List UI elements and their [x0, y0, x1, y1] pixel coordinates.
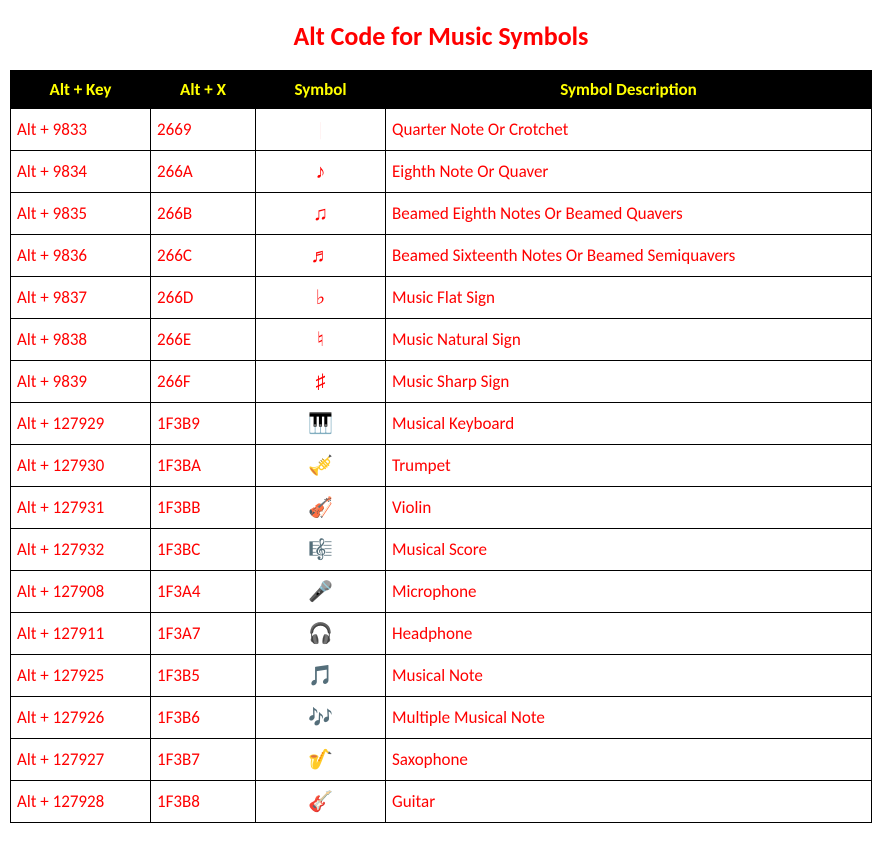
table-row: Alt + 9834266A♪Eighth Note Or Quaver [11, 151, 872, 193]
cell-description: Eighth Note Or Quaver [386, 151, 872, 193]
table-row: Alt + 1279251F3B5🎵Musical Note [11, 655, 872, 697]
cell-symbol: 🎺 [256, 445, 386, 487]
table-row: Alt + 1279321F3BC🎼Musical Score [11, 529, 872, 571]
cell-alt-key: Alt + 9833 [11, 109, 151, 151]
cell-alt-key: Alt + 9835 [11, 193, 151, 235]
table-row: Alt + 1279261F3B6🎶Multiple Musical Note [11, 697, 872, 739]
cell-alt-key: Alt + 127908 [11, 571, 151, 613]
cell-symbol: ♩ [256, 109, 386, 151]
cell-symbol: ♪ [256, 151, 386, 193]
cell-alt-x: 1F3BC [151, 529, 256, 571]
cell-symbol: 🎹 [256, 403, 386, 445]
cell-description: Trumpet [386, 445, 872, 487]
cell-alt-key: Alt + 127911 [11, 613, 151, 655]
cell-description: Multiple Musical Note [386, 697, 872, 739]
cell-alt-key: Alt + 127928 [11, 781, 151, 823]
cell-description: Musical Score [386, 529, 872, 571]
cell-description: Music Flat Sign [386, 277, 872, 319]
table-row: Alt + 1279301F3BA🎺Trumpet [11, 445, 872, 487]
cell-symbol: 🎼 [256, 529, 386, 571]
cell-description: Saxophone [386, 739, 872, 781]
table-row: Alt + 9836266C♬Beamed Sixteenth Notes Or… [11, 235, 872, 277]
cell-alt-key: Alt + 127926 [11, 697, 151, 739]
cell-description: Violin [386, 487, 872, 529]
cell-alt-key: Alt + 127929 [11, 403, 151, 445]
cell-description: Musical Note [386, 655, 872, 697]
table-row: Alt + 1279111F3A7🎧Headphone [11, 613, 872, 655]
cell-alt-x: 266F [151, 361, 256, 403]
cell-alt-x: 2669 [151, 109, 256, 151]
cell-alt-key: Alt + 127927 [11, 739, 151, 781]
cell-symbol: ♬ [256, 235, 386, 277]
cell-alt-x: 1F3BA [151, 445, 256, 487]
table-row: Alt + 1279081F3A4🎤Microphone [11, 571, 872, 613]
cell-symbol: 🎶 [256, 697, 386, 739]
cell-alt-x: 1F3A4 [151, 571, 256, 613]
cell-symbol: 🎷 [256, 739, 386, 781]
header-alt-key: Alt + Key [11, 71, 151, 109]
table-row: Alt + 9839266F♯Music Sharp Sign [11, 361, 872, 403]
table-row: Alt + 1279271F3B7🎷Saxophone [11, 739, 872, 781]
header-description: Symbol Description [386, 71, 872, 109]
cell-alt-x: 1F3B9 [151, 403, 256, 445]
cell-alt-x: 1F3B5 [151, 655, 256, 697]
cell-alt-key: Alt + 9837 [11, 277, 151, 319]
cell-alt-key: Alt + 9838 [11, 319, 151, 361]
table-row: Alt + 9838266E♮Music Natural Sign [11, 319, 872, 361]
header-alt-x: Alt + X [151, 71, 256, 109]
cell-alt-key: Alt + 127932 [11, 529, 151, 571]
cell-alt-x: 1F3BB [151, 487, 256, 529]
cell-description: Quarter Note Or Crotchet [386, 109, 872, 151]
cell-alt-key: Alt + 9839 [11, 361, 151, 403]
table-row: Alt + 9835266B♫Beamed Eighth Notes Or Be… [11, 193, 872, 235]
cell-alt-x: 1F3B6 [151, 697, 256, 739]
alt-code-table: Alt + Key Alt + X Symbol Symbol Descript… [10, 70, 872, 823]
cell-symbol: 🎤 [256, 571, 386, 613]
table-row: Alt + 9837266D♭Music Flat Sign [11, 277, 872, 319]
header-symbol: Symbol [256, 71, 386, 109]
table-row: Alt + 1279291F3B9🎹Musical Keyboard [11, 403, 872, 445]
cell-alt-x: 1F3A7 [151, 613, 256, 655]
cell-description: Guitar [386, 781, 872, 823]
cell-symbol: 🎻 [256, 487, 386, 529]
cell-alt-key: Alt + 127930 [11, 445, 151, 487]
cell-description: Microphone [386, 571, 872, 613]
table-row: Alt + 1279281F3B8🎸Guitar [11, 781, 872, 823]
cell-symbol: ♫ [256, 193, 386, 235]
page-title: Alt Code for Music Symbols [10, 20, 872, 52]
cell-symbol: 🎵 [256, 655, 386, 697]
cell-description: Headphone [386, 613, 872, 655]
cell-symbol: 🎧 [256, 613, 386, 655]
cell-alt-x: 1F3B7 [151, 739, 256, 781]
cell-symbol: ♯ [256, 361, 386, 403]
cell-description: Musical Keyboard [386, 403, 872, 445]
cell-alt-key: Alt + 127931 [11, 487, 151, 529]
table-row: Alt + 98332669♩Quarter Note Or Crotchet [11, 109, 872, 151]
table-row: Alt + 1279311F3BB🎻Violin [11, 487, 872, 529]
cell-symbol: ♮ [256, 319, 386, 361]
cell-description: Beamed Eighth Notes Or Beamed Quavers [386, 193, 872, 235]
cell-alt-x: 1F3B8 [151, 781, 256, 823]
cell-description: Beamed Sixteenth Notes Or Beamed Semiqua… [386, 235, 872, 277]
cell-alt-key: Alt + 9834 [11, 151, 151, 193]
cell-symbol: 🎸 [256, 781, 386, 823]
table-header-row: Alt + Key Alt + X Symbol Symbol Descript… [11, 71, 872, 109]
cell-alt-key: Alt + 127925 [11, 655, 151, 697]
cell-alt-x: 266E [151, 319, 256, 361]
cell-alt-key: Alt + 9836 [11, 235, 151, 277]
cell-alt-x: 266C [151, 235, 256, 277]
cell-alt-x: 266B [151, 193, 256, 235]
cell-symbol: ♭ [256, 277, 386, 319]
cell-description: Music Sharp Sign [386, 361, 872, 403]
cell-alt-x: 266D [151, 277, 256, 319]
cell-description: Music Natural Sign [386, 319, 872, 361]
cell-alt-x: 266A [151, 151, 256, 193]
